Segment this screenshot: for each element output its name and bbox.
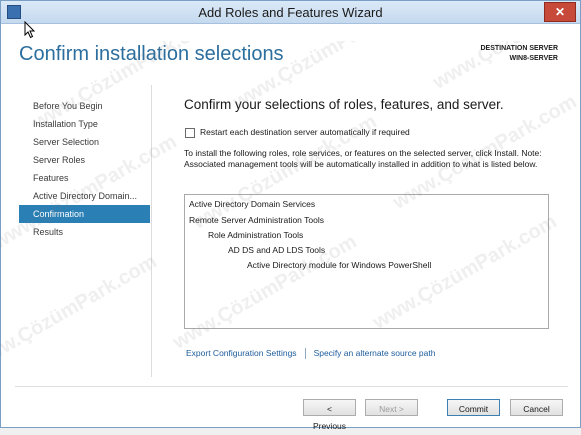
nav-item-confirmation[interactable]: Confirmation [19, 205, 150, 223]
mouse-cursor-icon [24, 21, 36, 39]
destination-server-name: WIN8-SERVER [509, 55, 559, 62]
previous-button[interactable]: < Previous [303, 399, 356, 431]
page-title: Confirm installation selections [19, 43, 284, 65]
nav-item-features[interactable]: Features [19, 169, 150, 187]
list-item: Remote Server Administration Tools [189, 215, 324, 225]
window-title: Add Roles and Features Wizard [198, 5, 383, 20]
content-heading: Confirm your selections of roles, featur… [184, 97, 504, 112]
list-item: Active Directory module for Windows Powe… [247, 260, 432, 270]
restart-checkbox[interactable] [185, 128, 195, 138]
footer-divider [15, 386, 568, 387]
nav-item-installation-type[interactable]: Installation Type [19, 115, 150, 133]
sidebar-divider [151, 85, 152, 377]
watermark-text: www.ÇözümPark.com [0, 250, 161, 374]
list-item: Active Directory Domain Services [189, 199, 316, 209]
install-info-text: To install the following roles, role ser… [184, 148, 542, 169]
close-button[interactable]: ✕ [544, 2, 576, 22]
cancel-button[interactable]: Cancel [510, 399, 563, 416]
restart-option[interactable]: Restart each destination server automati… [184, 126, 554, 142]
selections-list[interactable]: Active Directory Domain Services Remote … [184, 194, 549, 329]
destination-server-label: DESTINATION SERVER [480, 45, 558, 52]
wizard-window: Add Roles and Features Wizard ✕ Confirm … [0, 0, 581, 431]
destination-server-info: DESTINATION SERVER WIN8-SERVER [480, 44, 558, 64]
nav-item-server-selection[interactable]: Server Selection [19, 133, 150, 151]
list-item: AD DS and AD LDS Tools [228, 245, 326, 255]
nav-item-before-you-begin[interactable]: Before You Begin [19, 97, 150, 115]
wizard-steps-nav: Before You Begin Installation Type Serve… [19, 97, 150, 241]
export-configuration-link[interactable]: Export Configuration Settings [186, 348, 297, 358]
list-item: Role Administration Tools [208, 230, 304, 240]
title-bar[interactable]: Add Roles and Features Wizard ✕ [1, 1, 580, 24]
alternate-source-link[interactable]: Specify an alternate source path [314, 348, 436, 358]
nav-item-active-directory-domain[interactable]: Active Directory Domain... [19, 187, 150, 205]
next-button[interactable]: Next > [365, 399, 418, 416]
commit-button[interactable]: Commit [447, 399, 500, 416]
nav-item-server-roles[interactable]: Server Roles [19, 151, 150, 169]
link-separator [304, 348, 306, 360]
action-links: Export Configuration Settings Specify an … [186, 348, 436, 360]
restart-checkbox-label[interactable]: Restart each destination server automati… [200, 127, 410, 137]
main-content: Confirm your selections of roles, featur… [184, 97, 554, 170]
nav-item-results[interactable]: Results [19, 223, 150, 241]
